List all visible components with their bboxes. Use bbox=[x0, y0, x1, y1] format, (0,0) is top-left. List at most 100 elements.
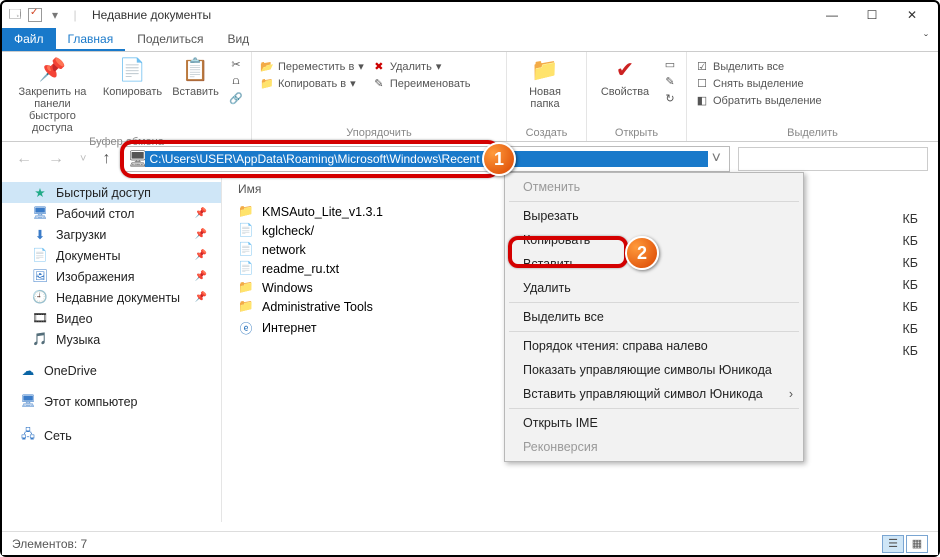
ctx-rtl[interactable]: Порядок чтения: справа налево bbox=[505, 334, 803, 358]
recent-dropdown[interactable]: ˅ bbox=[76, 153, 90, 165]
ctx-insertctl[interactable]: Вставить управляющий символ Юникода bbox=[505, 382, 803, 406]
item-size: КБ bbox=[903, 274, 919, 296]
view-icons-button[interactable]: ▦ bbox=[906, 535, 928, 553]
open-icon: ▭ bbox=[663, 58, 677, 71]
sidebar-item-video[interactable]: 🎞Видео bbox=[2, 308, 221, 329]
copy-button[interactable]: 📄 Копировать bbox=[103, 56, 162, 98]
ribbon-tabs: Файл Главная Поделиться Вид ˇ bbox=[2, 28, 938, 52]
size-column: КБ КБ КБ КБ КБ КБ КБ bbox=[903, 208, 919, 362]
sidebar-desktop-label: Рабочий стол bbox=[56, 207, 134, 221]
pin-icon: 📌 bbox=[195, 292, 207, 303]
view-details-button[interactable]: ☰ bbox=[882, 535, 904, 553]
edit-icon: ✎ bbox=[663, 75, 677, 88]
callout-1: 1 bbox=[482, 142, 516, 176]
folder-icon: 📁 bbox=[238, 280, 254, 295]
sidebar-item-documents[interactable]: 📄Документы📌 bbox=[2, 245, 221, 266]
copypath-small[interactable]: ⩍ bbox=[229, 75, 243, 88]
sidebar-item-pictures[interactable]: 🖼Изображения📌 bbox=[2, 266, 221, 287]
qat-icon-1[interactable]: 🗔 bbox=[8, 8, 22, 22]
pin-icon: 📌 bbox=[195, 229, 207, 240]
group-new-label: Создать bbox=[515, 125, 578, 139]
address-bar[interactable]: 🖥 C:\Users\USER\AppData\Roaming\Microsof… bbox=[122, 146, 730, 172]
pin-button[interactable]: 📌 Закрепить на панели быстрого доступа bbox=[10, 56, 95, 134]
copyto-icon: 📁 bbox=[260, 77, 274, 90]
edit-small[interactable]: ✎ bbox=[663, 75, 677, 88]
ctx-undo: Отменить bbox=[505, 175, 803, 199]
minimize-button[interactable]: — bbox=[812, 2, 852, 28]
sidebar-item-music[interactable]: 🎵Музыка bbox=[2, 329, 221, 350]
selectnone-button[interactable]: ☐Снять выделение bbox=[695, 77, 822, 90]
sidebar-video-label: Видео bbox=[56, 312, 93, 326]
file-icon: 📄 bbox=[238, 223, 254, 238]
window-title: Недавние документы bbox=[92, 8, 211, 22]
sidebar-item-onedrive[interactable]: ☁OneDrive bbox=[2, 360, 221, 381]
network-icon: 🖧 bbox=[20, 425, 36, 446]
sidebar-item-recent[interactable]: 🕘Недавние документы📌 bbox=[2, 287, 221, 308]
qat-dropdown[interactable]: ▾ bbox=[48, 8, 62, 22]
ctx-delete[interactable]: Удалить bbox=[505, 276, 803, 300]
properties-label: Свойства bbox=[601, 86, 649, 98]
pin-icon: 📌 bbox=[195, 250, 207, 261]
sidebar-documents-label: Документы bbox=[56, 249, 120, 263]
properties-button[interactable]: ✔ Свойства bbox=[595, 56, 655, 98]
back-button[interactable]: ← bbox=[12, 150, 36, 168]
sidebar-quick-label: Быстрый доступ bbox=[56, 186, 151, 200]
sidebar-item-quickaccess[interactable]: ★Быстрый доступ bbox=[2, 182, 221, 203]
pasteshortcut-small[interactable]: 🔗 bbox=[229, 92, 243, 105]
paste-button[interactable]: 📋 Вставить bbox=[170, 56, 221, 98]
open-small[interactable]: ▭ bbox=[663, 58, 677, 71]
selectall-icon: ☑ bbox=[695, 60, 709, 73]
pin-icon: 📌 bbox=[195, 271, 207, 282]
sidebar-pictures-label: Изображения bbox=[56, 270, 135, 284]
tab-home[interactable]: Главная bbox=[56, 28, 126, 51]
item-name: Administrative Tools bbox=[262, 300, 373, 314]
cut-small[interactable]: ✂ bbox=[229, 58, 243, 71]
history-icon: ↻ bbox=[663, 92, 677, 105]
selectinvert-icon: ◧ bbox=[695, 94, 709, 107]
copyto-button[interactable]: 📁Копировать в ▾ bbox=[260, 77, 364, 90]
ctx-showctl[interactable]: Показать управляющие символы Юникода bbox=[505, 358, 803, 382]
selectall-button[interactable]: ☑Выделить все bbox=[695, 60, 822, 73]
tab-file[interactable]: Файл bbox=[2, 28, 56, 51]
scissors-icon: ✂ bbox=[229, 58, 243, 71]
sidebar-onedrive-label: OneDrive bbox=[44, 364, 97, 378]
addressbar-pc-icon: 🖥 bbox=[127, 149, 145, 169]
item-size: КБ bbox=[903, 230, 919, 252]
up-button[interactable]: ↑ bbox=[98, 150, 114, 168]
maximize-button[interactable]: ☐ bbox=[852, 2, 892, 28]
moveto-label: Переместить в bbox=[278, 61, 354, 73]
delete-button[interactable]: ✖Удалить ▾ bbox=[372, 60, 471, 73]
close-button[interactable]: ✕ bbox=[892, 2, 932, 28]
history-small[interactable]: ↻ bbox=[663, 92, 677, 105]
sidebar-item-network[interactable]: 🖧Сеть bbox=[2, 422, 221, 449]
pin-label: Закрепить на панели быстрого доступа bbox=[10, 86, 95, 134]
delete-label: Удалить bbox=[390, 61, 432, 73]
qat-icon-2[interactable] bbox=[28, 8, 42, 22]
sidebar-item-downloads[interactable]: ⬇Загрузки📌 bbox=[2, 224, 221, 245]
rename-icon: ✎ bbox=[372, 77, 386, 90]
tab-view[interactable]: Вид bbox=[215, 28, 261, 51]
search-box[interactable] bbox=[738, 147, 928, 171]
address-dropdown[interactable]: ˅ bbox=[708, 150, 725, 168]
sidebar-item-desktop[interactable]: 🖥Рабочий стол📌 bbox=[2, 203, 221, 224]
ctx-reconv: Реконверсия bbox=[505, 435, 803, 459]
ctx-ime[interactable]: Открыть IME bbox=[505, 411, 803, 435]
callout-2: 2 bbox=[625, 236, 659, 270]
moveto-button[interactable]: 📂Переместить в ▾ bbox=[260, 60, 364, 73]
ctx-selectall[interactable]: Выделить все bbox=[505, 305, 803, 329]
sidebar-item-thispc[interactable]: 🖥Этот компьютер bbox=[2, 391, 221, 412]
copy-icon: 📄 bbox=[119, 56, 146, 84]
item-name: Интернет bbox=[262, 321, 317, 335]
ctx-cut[interactable]: Вырезать bbox=[505, 204, 803, 228]
tab-share[interactable]: Поделиться bbox=[125, 28, 215, 51]
ribbon-expand[interactable]: ˇ bbox=[914, 28, 938, 51]
shortcut-icon: 🔗 bbox=[229, 92, 243, 105]
item-name: KMSAuto_Lite_v1.3.1 bbox=[262, 205, 383, 219]
selectinvert-button[interactable]: ◧Обратить выделение bbox=[695, 94, 822, 107]
titlebar: 🗔 ▾ | Недавние документы — ☐ ✕ bbox=[2, 2, 938, 28]
newfolder-button[interactable]: 📁 Новая папка bbox=[515, 56, 575, 110]
group-select-label: Выделить bbox=[695, 125, 930, 139]
rename-button[interactable]: ✎Переименовать bbox=[372, 77, 471, 90]
forward-button[interactable]: → bbox=[44, 150, 68, 168]
address-path[interactable]: C:\Users\USER\AppData\Roaming\Microsoft\… bbox=[145, 151, 707, 167]
